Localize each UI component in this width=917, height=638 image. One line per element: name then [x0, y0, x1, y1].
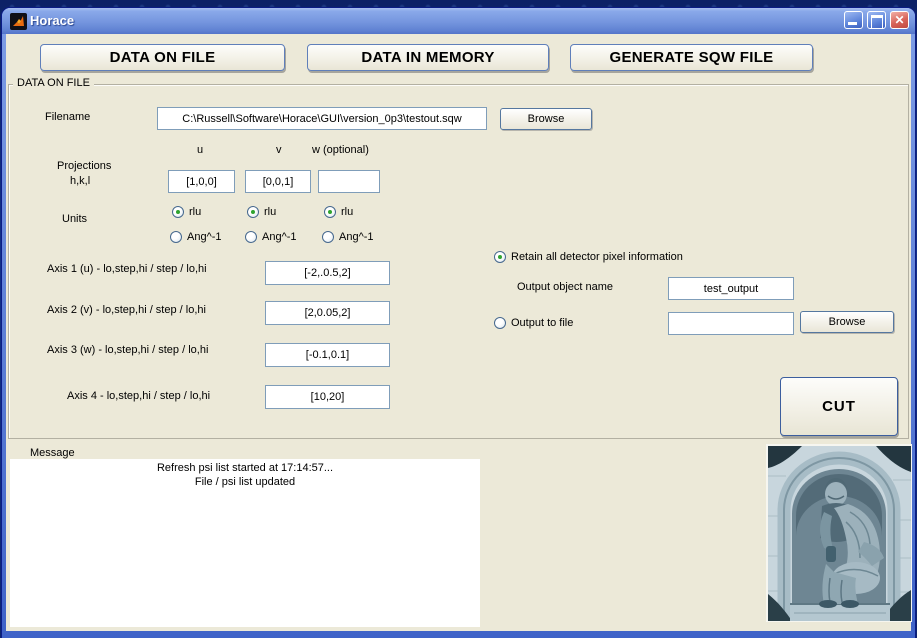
projection-v-input[interactable]: [0,0,1] [245, 170, 311, 193]
cut-button[interactable]: CUT [780, 377, 898, 436]
units-u-rlu-label: rlu [189, 206, 202, 218]
generate-sqw-file-button[interactable]: GENERATE SQW FILE [570, 44, 813, 71]
units-w-rlu-label: rlu [341, 206, 354, 218]
axis4-label: Axis 4 - lo,step,hi / step / lo,hi [67, 390, 211, 402]
units-u-ang-label: Ang^-1 [187, 231, 222, 243]
projection-u-input[interactable]: [1,0,0] [168, 170, 235, 193]
minimize-icon[interactable] [844, 11, 863, 29]
horace-window: Horace ✕ DATA ON FILE DATA IN MEMORY GEN… [2, 8, 915, 638]
axis4-input[interactable]: [10,20] [265, 385, 390, 409]
title-bar[interactable]: Horace ✕ [2, 8, 915, 34]
filename-input[interactable]: C:\Russell\Software\Horace\GUI\version_0… [157, 107, 487, 130]
axis2-input[interactable]: [2,0.05,2] [265, 301, 390, 325]
output-object-name-label: Output object name [517, 281, 614, 293]
units-v-ang-label: Ang^-1 [262, 231, 297, 243]
units-v-ang-radio[interactable] [245, 231, 257, 243]
client-area: DATA ON FILE DATA IN MEMORY GENERATE SQW… [6, 34, 912, 631]
units-u-ang-radio[interactable] [170, 231, 182, 243]
units-w-rlu-radio[interactable] [324, 206, 336, 218]
maximize-icon[interactable] [867, 11, 886, 29]
message-line: File / psi list updated [194, 476, 296, 488]
output-object-name-input[interactable]: test_output [668, 277, 794, 300]
column-w-label: w (optional) [312, 144, 369, 156]
axis3-input[interactable]: [-0.1,0.1] [265, 343, 390, 367]
output-file-input[interactable] [668, 312, 794, 335]
units-v-rlu-radio[interactable] [247, 206, 259, 218]
axis1-label: Axis 1 (u) - lo,step,hi / step / lo,hi [47, 263, 207, 275]
axis2-label: Axis 2 (v) - lo,step,hi / step / lo,hi [47, 304, 206, 316]
data-on-file-button[interactable]: DATA ON FILE [40, 44, 285, 71]
window-title: Horace [30, 13, 75, 28]
output-to-file-radio[interactable] [494, 317, 506, 329]
units-label: Units [62, 213, 88, 225]
units-w-ang-label: Ang^-1 [339, 231, 374, 243]
filename-label: Filename [45, 111, 91, 123]
output-file-browse-button[interactable]: Browse [800, 311, 894, 333]
units-w-ang-radio[interactable] [322, 231, 334, 243]
message-box: Refresh psi list started at 17:14:57... … [10, 459, 480, 627]
message-label: Message [30, 447, 75, 459]
units-u-rlu-radio[interactable] [172, 206, 184, 218]
panel-title: DATA ON FILE [13, 77, 94, 89]
data-in-memory-button[interactable]: DATA IN MEMORY [307, 44, 549, 71]
projections-hkl-label: h,k,l [70, 175, 91, 187]
retain-pixel-info-label: Retain all detector pixel information [511, 251, 683, 263]
axis1-input[interactable]: [-2,.0.5,2] [265, 261, 390, 285]
axis3-label: Axis 3 (w) - lo,step,hi / step / lo,hi [47, 344, 209, 356]
output-to-file-label: Output to file [511, 317, 574, 329]
column-u-label: u [197, 144, 204, 156]
units-v-rlu-label: rlu [264, 206, 277, 218]
matlab-logo-icon [10, 13, 27, 30]
retain-pixel-info-radio[interactable] [494, 251, 506, 263]
projections-label: Projections [57, 160, 112, 172]
horace-image [766, 444, 912, 622]
filename-browse-button[interactable]: Browse [500, 108, 592, 130]
projection-w-input[interactable] [318, 170, 380, 193]
data-on-file-panel: DATA ON FILE [8, 77, 909, 439]
close-icon[interactable]: ✕ [890, 11, 909, 29]
message-line: Refresh psi list started at 17:14:57... [156, 462, 334, 474]
column-v-label: v [276, 144, 282, 156]
